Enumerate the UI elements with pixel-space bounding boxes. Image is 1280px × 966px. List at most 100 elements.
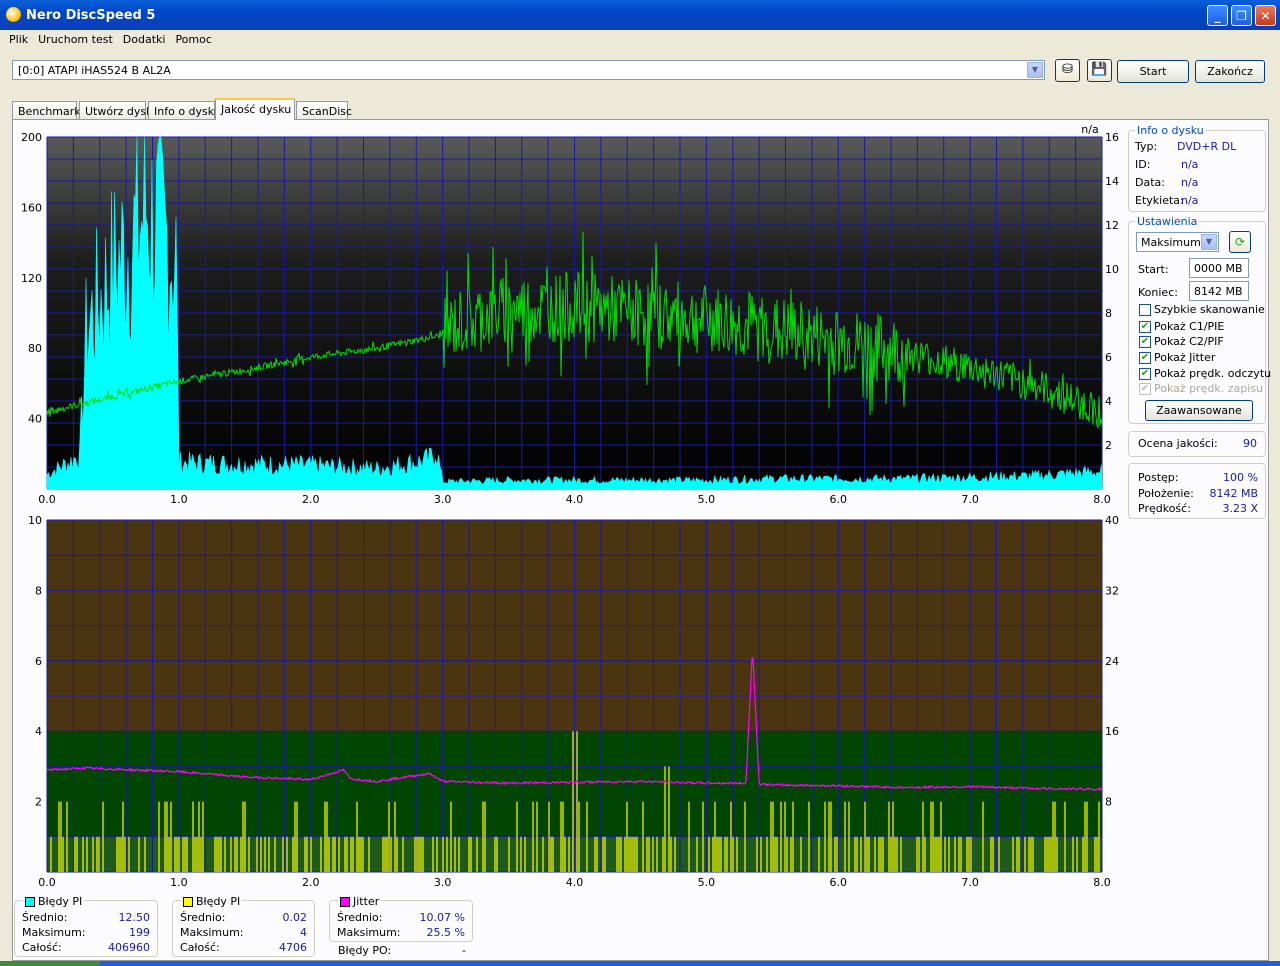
jitter-max-label: Maksimum:: [337, 926, 401, 939]
end-input[interactable]: 8142 MB: [1189, 281, 1249, 301]
taskbar-strip: [0, 961, 1280, 966]
show-c2-pif-checkbox[interactable]: ✔: [1139, 336, 1151, 348]
pif-jitter-chart: 0.0 1.0 2.0 3.0 4.0 5.0 6.0 7.0 8.0 10 8 6 4 2 40 32 24 1…: [28, 514, 1119, 889]
mode-select-value: Maksimum: [1141, 236, 1201, 249]
progress-value: 100 %: [1223, 471, 1258, 484]
position-value: 8142 MB: [1209, 487, 1258, 500]
x-tick-label: 5.0: [698, 493, 716, 504]
jitter-max-value: 25.5 %: [426, 926, 465, 939]
x-tick-label: 8.0: [1093, 493, 1111, 504]
end-label: Koniec:: [1138, 286, 1178, 299]
y-tick-label-left: 40: [28, 413, 42, 426]
disc-info-group: Info o dysku Typ: DVD+R DL ID: n/a Data:…: [1128, 124, 1266, 212]
pi-errors-stats: Błędy PI Średnio: 12.50 Maksimum: 199 Ca…: [14, 895, 158, 957]
tab-scandisc[interactable]: ScanDisc: [296, 101, 352, 120]
disc-id-value: n/a: [1181, 158, 1199, 171]
drive-select[interactable]: [0:0] ATAPI iHAS524 B AL2A ▼: [12, 60, 1045, 80]
y-tick-label-left: 10: [28, 514, 42, 527]
show-read-speed-checkbox[interactable]: ✔: [1139, 368, 1151, 380]
pif-errors-title: Błędy PI: [181, 895, 243, 908]
tab-disc-quality[interactable]: Jakość dysku: [215, 98, 295, 120]
x-tick-label: 1.0: [170, 876, 188, 889]
save-icon[interactable]: 💾: [1087, 59, 1112, 82]
show-c1-pie-label: Pokaż C1/PIE: [1154, 320, 1225, 333]
disc-date-label: Data:: [1135, 176, 1165, 189]
disc-label-label: Etykieta:: [1135, 194, 1184, 207]
pi-errors-title: Błędy PI: [23, 895, 85, 908]
x-tick-label: 7.0: [961, 876, 979, 889]
menu-plik[interactable]: Plik: [4, 30, 33, 49]
y-tick-label-right: 8: [1105, 307, 1112, 320]
y-tick-label-right: 14: [1105, 175, 1119, 188]
settings-group: Ustawienia Maksimum ▼ ⟳ Start: 0000 MB K…: [1128, 215, 1271, 424]
jitter-title-text: Jitter: [353, 895, 380, 908]
y-tick-label-left: 6: [35, 655, 42, 668]
x-tick-label: 0.0: [38, 493, 56, 504]
disc-type-value: DVD+R DL: [1177, 140, 1237, 153]
pi-error-chart: 0.0 1.0 2.0 3.0 4.0 5.0 6.0 7.0 8.0 200 160 120 80 40…: [21, 124, 1119, 504]
x-tick-label: 5.0: [698, 876, 716, 889]
position-label: Położenie:: [1138, 487, 1194, 500]
x-tick-label: 3.0: [434, 493, 452, 504]
pif-errors-title-text: Błędy PI: [196, 895, 241, 908]
start-input[interactable]: 0000 MB: [1189, 258, 1249, 278]
menu-dodatki[interactable]: Dodatki: [118, 30, 171, 49]
refresh-icon[interactable]: ⟳: [1229, 231, 1251, 253]
close-button[interactable]: ✕: [1255, 5, 1276, 26]
pi-max-value: 199: [129, 926, 150, 939]
title-bar: Nero DiscSpeed 5 _ ❐ ✕: [0, 0, 1280, 30]
pif-avg-value: 0.02: [282, 911, 308, 924]
menu-pomoc[interactable]: Pomoc: [170, 30, 216, 49]
tab-benchmark[interactable]: Benchmark: [12, 101, 81, 120]
show-write-speed-checkbox: ✔: [1139, 383, 1151, 395]
jitter-avg-label: Średnio:: [337, 911, 383, 924]
end-button[interactable]: Zakończ: [1195, 60, 1265, 83]
menu-uruchom-test[interactable]: Uruchom test: [33, 30, 118, 49]
chevron-down-icon[interactable]: ▼: [1027, 62, 1043, 78]
y-tick-label-left: 80: [28, 342, 42, 355]
show-jitter-checkbox[interactable]: ✔: [1139, 352, 1151, 364]
show-jitter-label: Pokaż Jitter: [1154, 351, 1216, 364]
maximize-button[interactable]: ❐: [1231, 5, 1252, 26]
quality-score-label: Ocena jakości:: [1138, 437, 1218, 450]
y-tick-label-right: 24: [1105, 655, 1119, 668]
minimize-button[interactable]: _: [1207, 5, 1228, 26]
jitter-title: Jitter: [338, 895, 382, 908]
disc-id-label: ID:: [1135, 158, 1151, 171]
x-tick-label: 2.0: [302, 493, 320, 504]
pif-max-value: 4: [300, 926, 307, 939]
y-tick-label-right: 4: [1105, 395, 1112, 408]
progress-label: Postęp:: [1138, 471, 1179, 484]
disc-label-value: n/a: [1181, 194, 1199, 207]
y-tick-label-right: 16: [1105, 725, 1119, 738]
cyan-legend-swatch: [25, 897, 35, 907]
chevron-down-icon[interactable]: ▼: [1201, 234, 1217, 250]
advanced-button[interactable]: Zaawansowane: [1145, 400, 1253, 421]
y-tick-label-right: 40: [1105, 514, 1119, 527]
start-button[interactable]: Start: [1117, 60, 1189, 83]
pi-avg-label: Średnio:: [22, 911, 68, 924]
pi-avg-value: 12.50: [118, 911, 151, 924]
nero-app-icon: [6, 7, 21, 22]
disc-type-label: Typ:: [1135, 140, 1158, 153]
pif-total-label: Całość:: [180, 941, 220, 954]
y-tick-label-left: 160: [21, 201, 42, 214]
quality-score-box: Ocena jakości: 90: [1128, 431, 1266, 457]
disc-info-icon[interactable]: ⛁: [1055, 59, 1080, 82]
quick-scan-checkbox[interactable]: [1139, 304, 1151, 316]
x-tick-label: 4.0: [566, 876, 584, 889]
y-tick-label-right: 2: [1105, 439, 1112, 452]
show-read-speed-label: Pokaż prędk. odczytu: [1154, 367, 1272, 380]
settings-title: Ustawienia: [1135, 215, 1200, 228]
tab-create-disc[interactable]: Utwórz dysk: [79, 101, 152, 120]
mode-select[interactable]: Maksimum ▼: [1136, 232, 1219, 252]
tab-disc-info[interactable]: Info o dysku: [148, 101, 221, 120]
y-tick-label-right: 32: [1105, 584, 1119, 597]
x-tick-label: 4.0: [566, 493, 584, 504]
po-errors-value: -: [462, 944, 466, 957]
window-title: Nero DiscSpeed 5: [26, 8, 156, 23]
y-tick-label-right: 6: [1105, 351, 1112, 364]
speed-value: 3.23 X: [1222, 502, 1258, 515]
show-c1-pie-checkbox[interactable]: ✔: [1139, 321, 1151, 333]
x-tick-label: 6.0: [830, 876, 848, 889]
